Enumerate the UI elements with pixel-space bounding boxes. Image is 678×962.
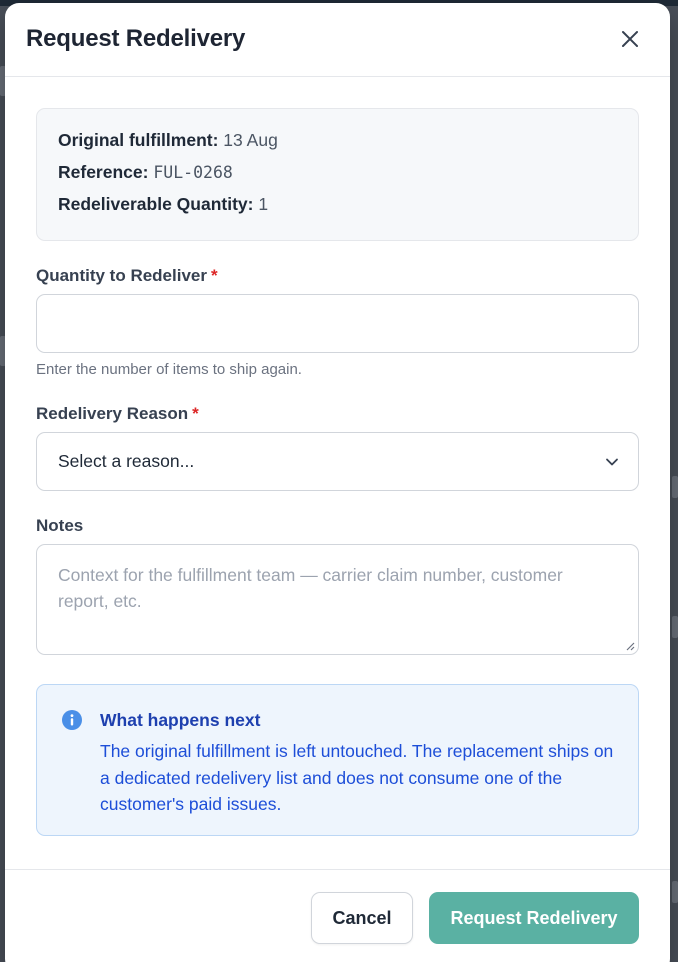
reference-label: Reference: xyxy=(58,161,149,182)
original-fulfillment-value: 13 Aug xyxy=(223,130,278,150)
required-marker: * xyxy=(210,266,218,285)
close-icon xyxy=(622,31,638,47)
resize-handle-icon[interactable] xyxy=(625,641,635,651)
cancel-button[interactable]: Cancel xyxy=(311,892,413,944)
request-redelivery-dialog: Request Redelivery Original fulfillment:… xyxy=(5,3,670,962)
redeliverable-quantity-label: Redeliverable Quantity: xyxy=(58,194,254,214)
reason-label-text: Redelivery Reason xyxy=(36,404,189,423)
required-marker: * xyxy=(192,404,199,423)
redeliverable-quantity-value: 1 xyxy=(258,194,269,214)
alert-title: What happens next xyxy=(100,710,261,730)
reason-selected-value: Select a reason... xyxy=(58,451,195,471)
redeliverable-quantity-row: Redeliverable Quantity: 1 xyxy=(58,194,617,214)
dialog-title: Request Redelivery xyxy=(26,25,246,52)
dialog-footer: Cancel Request Redelivery xyxy=(5,869,670,962)
quantity-help-text: Enter the number of items to ship again. xyxy=(36,361,302,378)
reason-select[interactable]: Select a reason... xyxy=(36,432,639,491)
quantity-label: Quantity to Redeliver * xyxy=(36,266,218,286)
info-alert: What happens next The original fulfillme… xyxy=(36,684,639,836)
quantity-input[interactable] xyxy=(36,294,639,353)
notes-textarea[interactable]: Context for the fulfillment team — carri… xyxy=(36,544,639,655)
notes-label: Notes xyxy=(36,516,84,535)
chevron-down-icon xyxy=(606,458,618,466)
fulfillment-summary-card: Original fulfillment: 13 Aug Reference: … xyxy=(36,108,639,241)
alert-body: The original fulfillment is left untouch… xyxy=(100,741,614,814)
original-fulfillment-row: Original fulfillment: 13 Aug xyxy=(58,130,617,150)
close-button[interactable] xyxy=(618,27,642,51)
reason-label: Redelivery Reason * xyxy=(36,404,199,424)
quantity-label-text: Quantity to Redeliver xyxy=(36,266,207,285)
reference-value: FUL-0268 xyxy=(153,162,233,182)
reference-row: Reference: FUL-0268 xyxy=(58,162,617,183)
original-fulfillment-label: Original fulfillment: xyxy=(58,130,219,150)
notes-placeholder: Context for the fulfillment team — carri… xyxy=(58,565,563,611)
info-icon xyxy=(62,710,82,730)
dialog-header: Request Redelivery xyxy=(5,3,670,77)
request-redelivery-button[interactable]: Request Redelivery xyxy=(429,892,639,944)
